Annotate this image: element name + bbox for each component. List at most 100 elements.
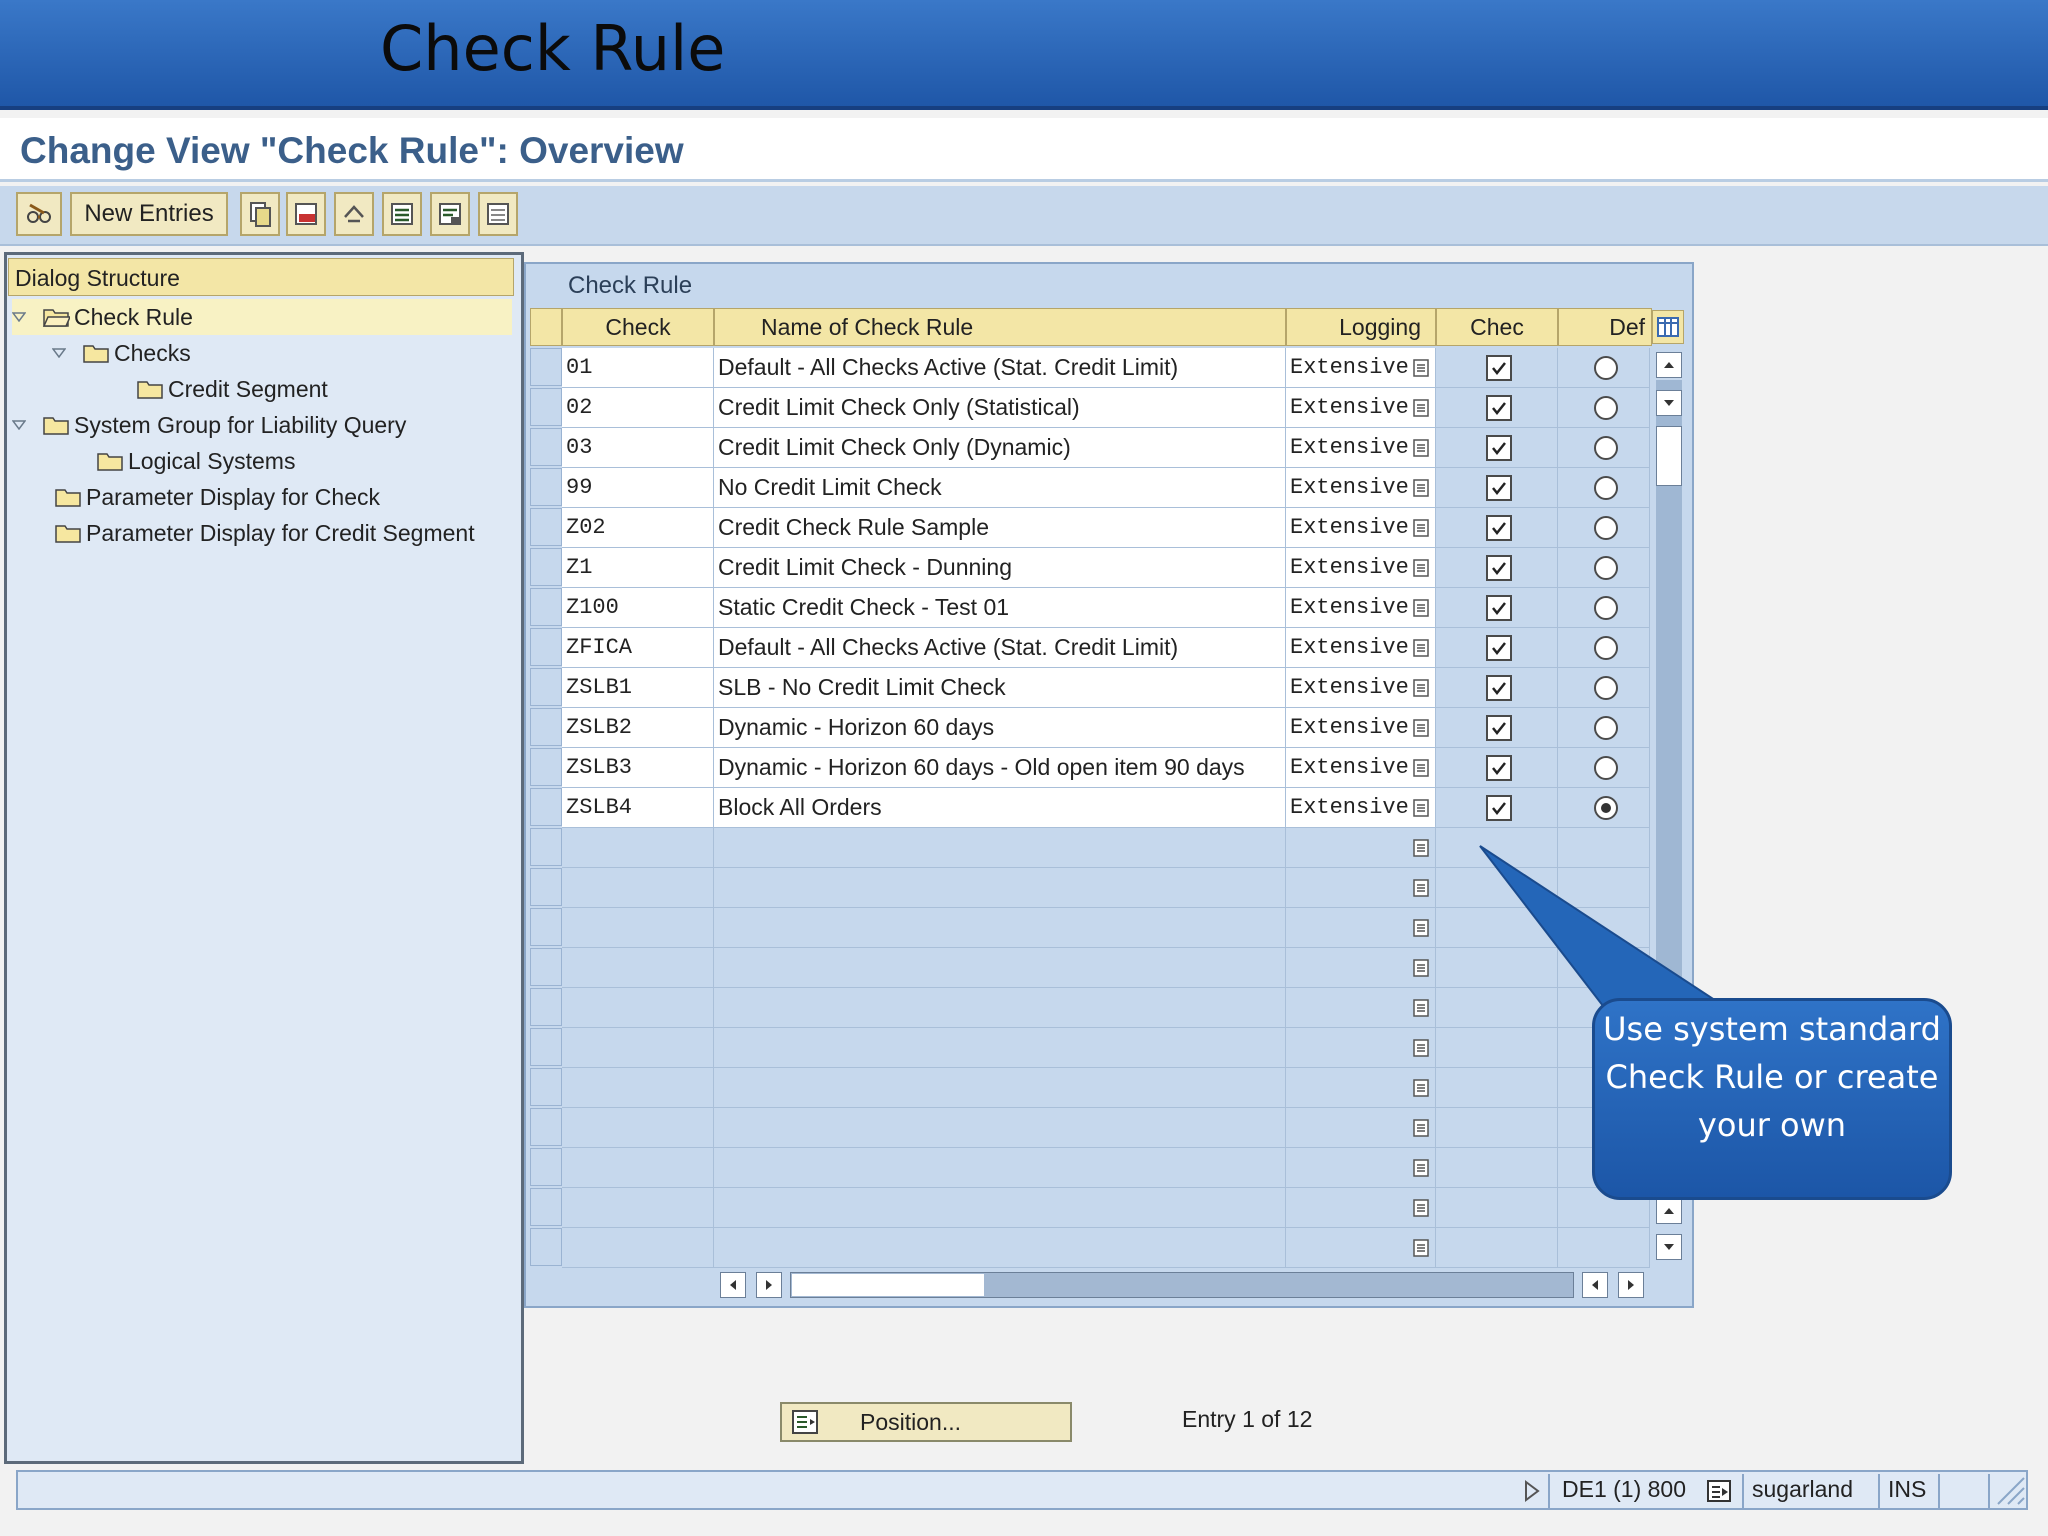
- default-radio[interactable]: [1593, 515, 1618, 540]
- check-rule-name-cell[interactable]: [714, 828, 1286, 868]
- tree-item-check-rule[interactable]: Check Rule: [12, 299, 512, 335]
- check-code-cell[interactable]: [562, 828, 714, 868]
- scroll-right-button-2[interactable]: [1618, 1272, 1644, 1298]
- select-block-button[interactable]: [430, 192, 470, 236]
- logging-cell[interactable]: [1286, 1068, 1436, 1108]
- tree-item-logical-systems[interactable]: Logical Systems: [96, 443, 512, 479]
- table-settings-button[interactable]: [1652, 310, 1684, 344]
- logging-cell[interactable]: [1286, 868, 1436, 908]
- check-rule-name-cell[interactable]: [714, 1108, 1286, 1148]
- default-radio[interactable]: [1593, 755, 1618, 780]
- logging-cell[interactable]: Extensive: [1286, 428, 1436, 468]
- column-header-check[interactable]: Check: [562, 308, 714, 346]
- logging-cell[interactable]: Extensive: [1286, 348, 1436, 388]
- dropdown-icon[interactable]: [1413, 718, 1429, 737]
- check-code-cell[interactable]: Z100: [562, 588, 714, 628]
- check-rule-name-cell[interactable]: Static Credit Check - Test 01: [714, 588, 1286, 628]
- column-header-def[interactable]: Def: [1558, 308, 1652, 346]
- check-code-cell[interactable]: Z1: [562, 548, 714, 588]
- tree-item-checks[interactable]: Checks: [52, 335, 512, 371]
- check-checkbox[interactable]: [1485, 594, 1512, 621]
- tree-item-system-group[interactable]: System Group for Liability Query: [12, 407, 512, 443]
- check-rule-name-cell[interactable]: Credit Check Rule Sample: [714, 508, 1286, 548]
- check-checkbox[interactable]: [1485, 794, 1512, 821]
- check-checkbox[interactable]: [1485, 514, 1512, 541]
- row-selector[interactable]: [530, 1068, 562, 1106]
- default-radio[interactable]: [1593, 795, 1618, 820]
- row-selector[interactable]: [530, 1188, 562, 1226]
- copy-as-button[interactable]: [240, 192, 280, 236]
- check-rule-name-cell[interactable]: No Credit Limit Check: [714, 468, 1286, 508]
- dropdown-icon[interactable]: [1413, 358, 1429, 377]
- logging-cell[interactable]: [1286, 1188, 1436, 1228]
- check-checkbox[interactable]: [1485, 634, 1512, 661]
- row-selector[interactable]: [530, 908, 562, 946]
- default-radio[interactable]: [1593, 395, 1618, 420]
- column-header-chec[interactable]: Chec: [1436, 308, 1558, 346]
- row-selector[interactable]: [530, 748, 562, 786]
- check-rule-name-cell[interactable]: [714, 1148, 1286, 1188]
- logging-cell[interactable]: Extensive: [1286, 748, 1436, 788]
- check-code-cell[interactable]: [562, 1028, 714, 1068]
- default-radio[interactable]: [1593, 555, 1618, 580]
- logging-cell[interactable]: [1286, 1228, 1436, 1268]
- dropdown-icon[interactable]: [1413, 758, 1429, 777]
- column-header-logging[interactable]: Logging: [1286, 308, 1436, 346]
- logging-cell[interactable]: Extensive: [1286, 588, 1436, 628]
- check-code-cell[interactable]: ZFICA: [562, 628, 714, 668]
- scroll-down-button[interactable]: [1656, 390, 1682, 416]
- vertical-scroll-thumb[interactable]: [1656, 426, 1682, 486]
- dropdown-icon[interactable]: [1413, 878, 1429, 897]
- check-rule-name-cell[interactable]: [714, 1188, 1286, 1228]
- check-code-cell[interactable]: ZSLB1: [562, 668, 714, 708]
- expand-triangle-icon[interactable]: [12, 312, 26, 322]
- check-code-cell[interactable]: [562, 1148, 714, 1188]
- logging-cell[interactable]: [1286, 948, 1436, 988]
- row-selector[interactable]: [530, 1028, 562, 1066]
- check-code-cell[interactable]: 99: [562, 468, 714, 508]
- check-rule-name-cell[interactable]: Default - All Checks Active (Stat. Credi…: [714, 628, 1286, 668]
- check-checkbox[interactable]: [1485, 754, 1512, 781]
- check-code-cell[interactable]: [562, 1228, 714, 1268]
- page-up-button[interactable]: [1656, 1198, 1682, 1224]
- row-selector[interactable]: [530, 628, 562, 666]
- undo-change-button[interactable]: [334, 192, 374, 236]
- check-code-cell[interactable]: [562, 1068, 714, 1108]
- check-rule-name-cell[interactable]: Block All Orders: [714, 788, 1286, 828]
- new-entries-button[interactable]: New Entries: [70, 192, 228, 236]
- row-selector[interactable]: [530, 1148, 562, 1186]
- check-checkbox[interactable]: [1485, 674, 1512, 701]
- default-radio[interactable]: [1593, 595, 1618, 620]
- row-selector[interactable]: [530, 548, 562, 586]
- dropdown-icon[interactable]: [1413, 998, 1429, 1017]
- column-header-name[interactable]: Name of Check Rule: [714, 308, 1286, 346]
- row-selector[interactable]: [530, 708, 562, 746]
- check-rule-name-cell[interactable]: [714, 1228, 1286, 1268]
- row-selector[interactable]: [530, 428, 562, 466]
- dropdown-icon[interactable]: [1413, 598, 1429, 617]
- check-code-cell[interactable]: 03: [562, 428, 714, 468]
- dropdown-icon[interactable]: [1413, 958, 1429, 977]
- tree-item-parameter-display-credit-segment[interactable]: Parameter Display for Credit Segment: [54, 515, 512, 551]
- dropdown-icon[interactable]: [1413, 918, 1429, 937]
- check-code-cell[interactable]: [562, 868, 714, 908]
- check-checkbox[interactable]: [1485, 354, 1512, 381]
- default-radio[interactable]: [1593, 675, 1618, 700]
- check-rule-name-cell[interactable]: Dynamic - Horizon 60 days: [714, 708, 1286, 748]
- logging-cell[interactable]: [1286, 908, 1436, 948]
- check-rule-name-cell[interactable]: Credit Limit Check Only (Statistical): [714, 388, 1286, 428]
- select-all-button[interactable]: [382, 192, 422, 236]
- expand-triangle-icon[interactable]: [12, 420, 26, 430]
- check-rule-name-cell[interactable]: [714, 908, 1286, 948]
- scroll-right-button[interactable]: [756, 1272, 782, 1298]
- logging-cell[interactable]: [1286, 1148, 1436, 1188]
- check-checkbox[interactable]: [1485, 714, 1512, 741]
- logging-cell[interactable]: Extensive: [1286, 788, 1436, 828]
- row-selector[interactable]: [530, 468, 562, 506]
- row-selector[interactable]: [530, 388, 562, 426]
- tree-item-parameter-display-check[interactable]: Parameter Display for Check: [54, 479, 512, 515]
- dropdown-icon[interactable]: [1413, 638, 1429, 657]
- page-down-button[interactable]: [1656, 1234, 1682, 1260]
- check-code-cell[interactable]: [562, 908, 714, 948]
- default-radio[interactable]: [1593, 635, 1618, 660]
